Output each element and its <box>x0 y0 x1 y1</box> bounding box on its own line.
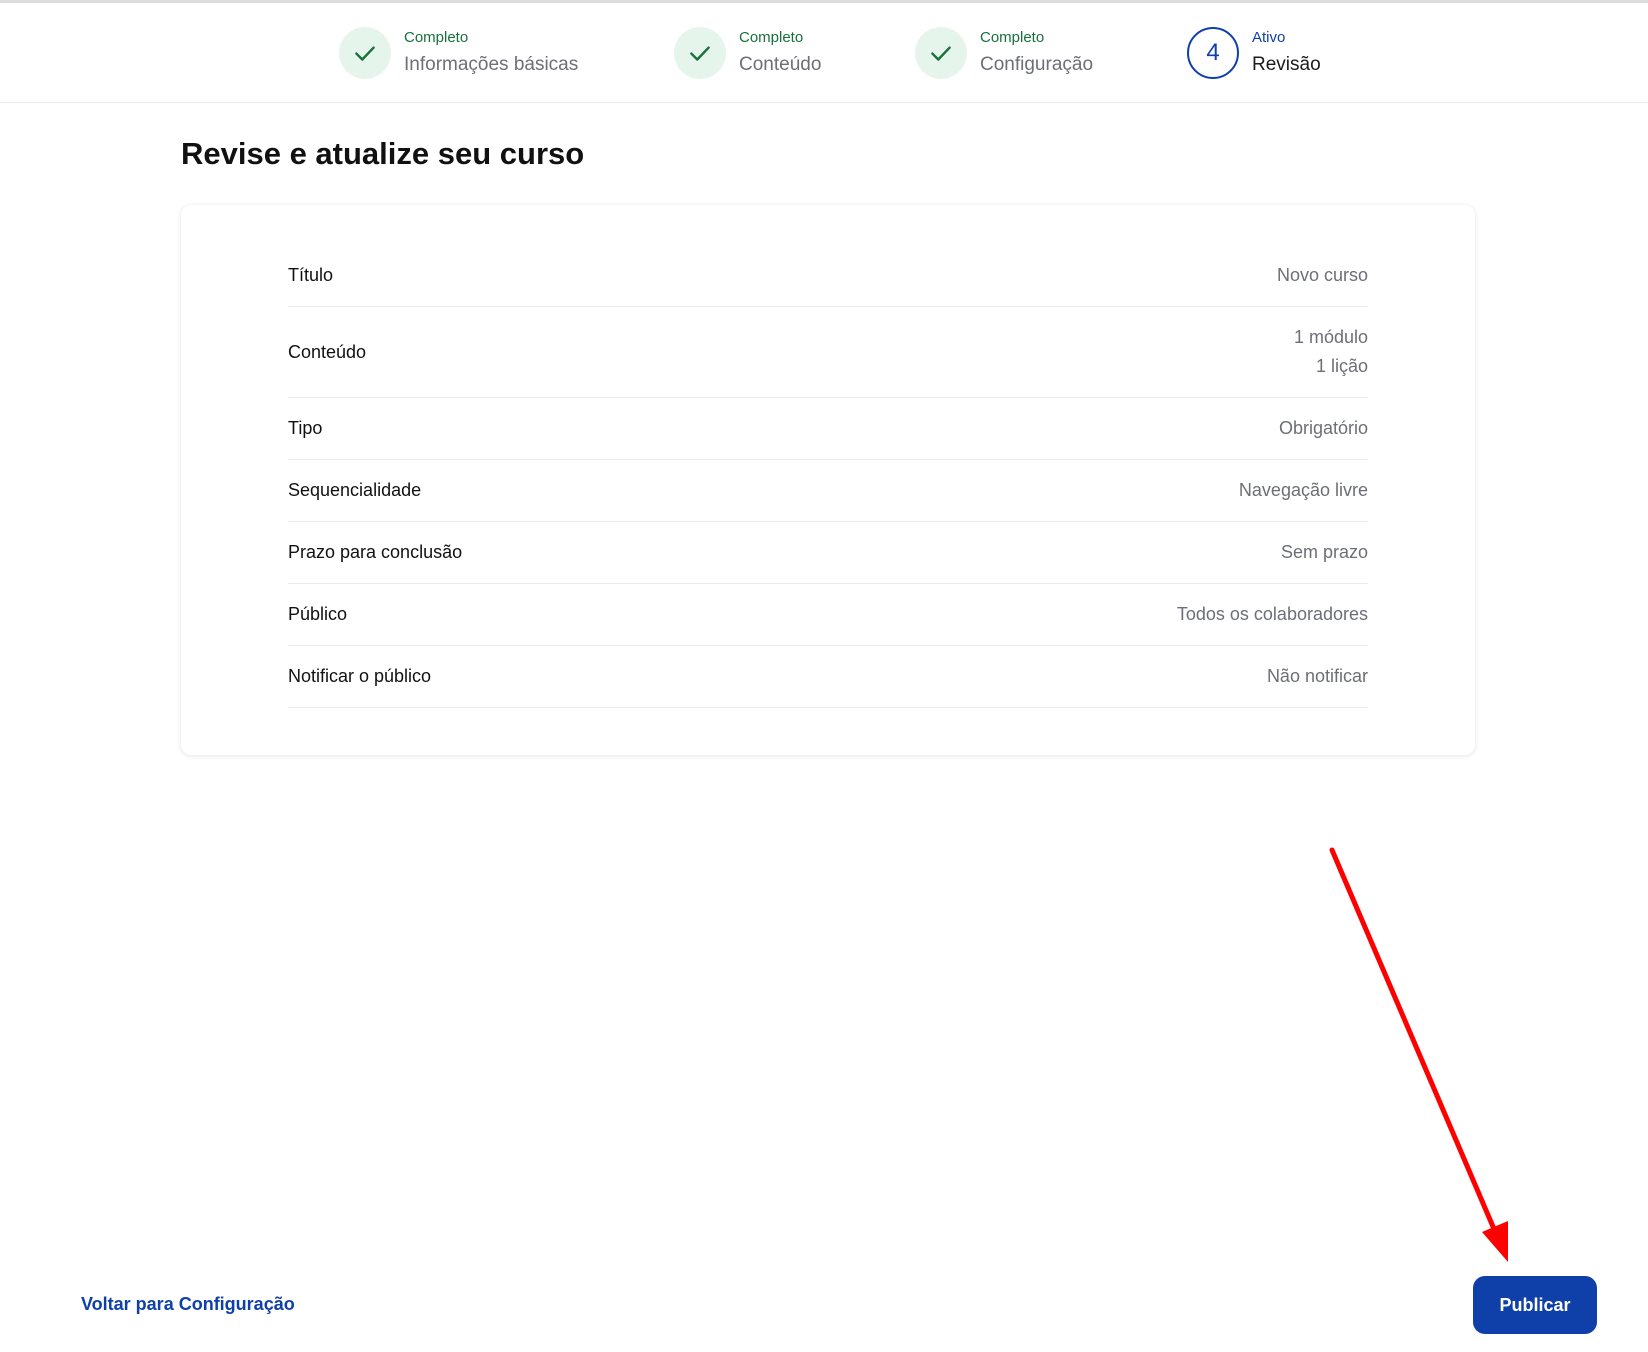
publish-button[interactable]: Publicar <box>1473 1276 1597 1334</box>
summary-row-tipo: Tipo Obrigatório <box>288 398 1368 460</box>
page-title: Revise e atualize seu curso <box>181 136 585 171</box>
step-status: Completo <box>739 29 804 46</box>
step-label: Revisão <box>1252 54 1321 75</box>
step-complete-badge <box>674 27 726 79</box>
summary-value: Obrigatório <box>1278 418 1368 438</box>
content-modules-count: 1 módulo <box>1293 327 1368 347</box>
summary-value: Não notificar <box>1266 666 1368 686</box>
step-revisao[interactable]: 4 Ativo Revisão <box>1187 25 1321 81</box>
step-number-badge: 4 <box>1187 27 1239 79</box>
step-status: Completo <box>980 29 1045 46</box>
check-icon <box>931 46 951 61</box>
content-lessons-count: 1 lição <box>1315 356 1368 376</box>
summary-key: Prazo para conclusão <box>288 542 463 562</box>
summary-key: Tipo <box>288 418 323 438</box>
course-review-page: Completo Informações básicas Completo Co… <box>0 0 1648 1352</box>
check-icon <box>355 46 375 61</box>
step-informacoes-basicas[interactable]: Completo Informações básicas <box>339 25 578 81</box>
summary-row-prazo: Prazo para conclusão Sem prazo <box>288 522 1368 584</box>
summary-key: Notificar o público <box>288 666 432 686</box>
summary-value: Novo curso <box>1276 265 1368 285</box>
summary-value: Todos os colaboradores <box>1176 604 1368 624</box>
step-label: Conteúdo <box>739 54 822 75</box>
summary-row-notificar: Notificar o público Não notificar <box>288 646 1368 708</box>
step-complete-badge <box>915 27 967 79</box>
course-summary-card: Título Novo curso Conteúdo 1 módulo 1 li… <box>181 205 1475 755</box>
summary-list: Título Novo curso Conteúdo 1 módulo 1 li… <box>288 245 1368 708</box>
summary-value: Sem prazo <box>1280 542 1368 562</box>
step-conteudo[interactable]: Completo Conteúdo <box>674 25 821 81</box>
step-complete-badge <box>339 27 391 79</box>
step-label: Informações básicas <box>404 54 579 75</box>
step-configuracao[interactable]: Completo Configuração <box>915 25 1093 81</box>
step-label: Configuração <box>980 54 1094 75</box>
step-status: Completo <box>404 29 469 46</box>
step-status: Ativo <box>1252 29 1286 46</box>
summary-row-conteudo: Conteúdo 1 módulo 1 lição <box>288 307 1368 398</box>
summary-key: Conteúdo <box>288 341 367 362</box>
progress-stepper: Completo Informações básicas Completo Co… <box>0 3 1648 103</box>
summary-value: 1 módulo 1 lição <box>1294 323 1368 381</box>
summary-key: Sequencialidade <box>288 480 422 500</box>
check-icon <box>690 46 710 61</box>
back-to-configuration-link[interactable]: Voltar para Configuração <box>81 1290 295 1318</box>
summary-key: Título <box>288 265 334 285</box>
summary-row-publico: Público Todos os colaboradores <box>288 584 1368 646</box>
summary-value: Navegação livre <box>1238 480 1368 500</box>
summary-key: Público <box>288 604 348 624</box>
summary-row-titulo: Título Novo curso <box>288 245 1368 307</box>
summary-row-sequencialidade: Sequencialidade Navegação livre <box>288 460 1368 522</box>
